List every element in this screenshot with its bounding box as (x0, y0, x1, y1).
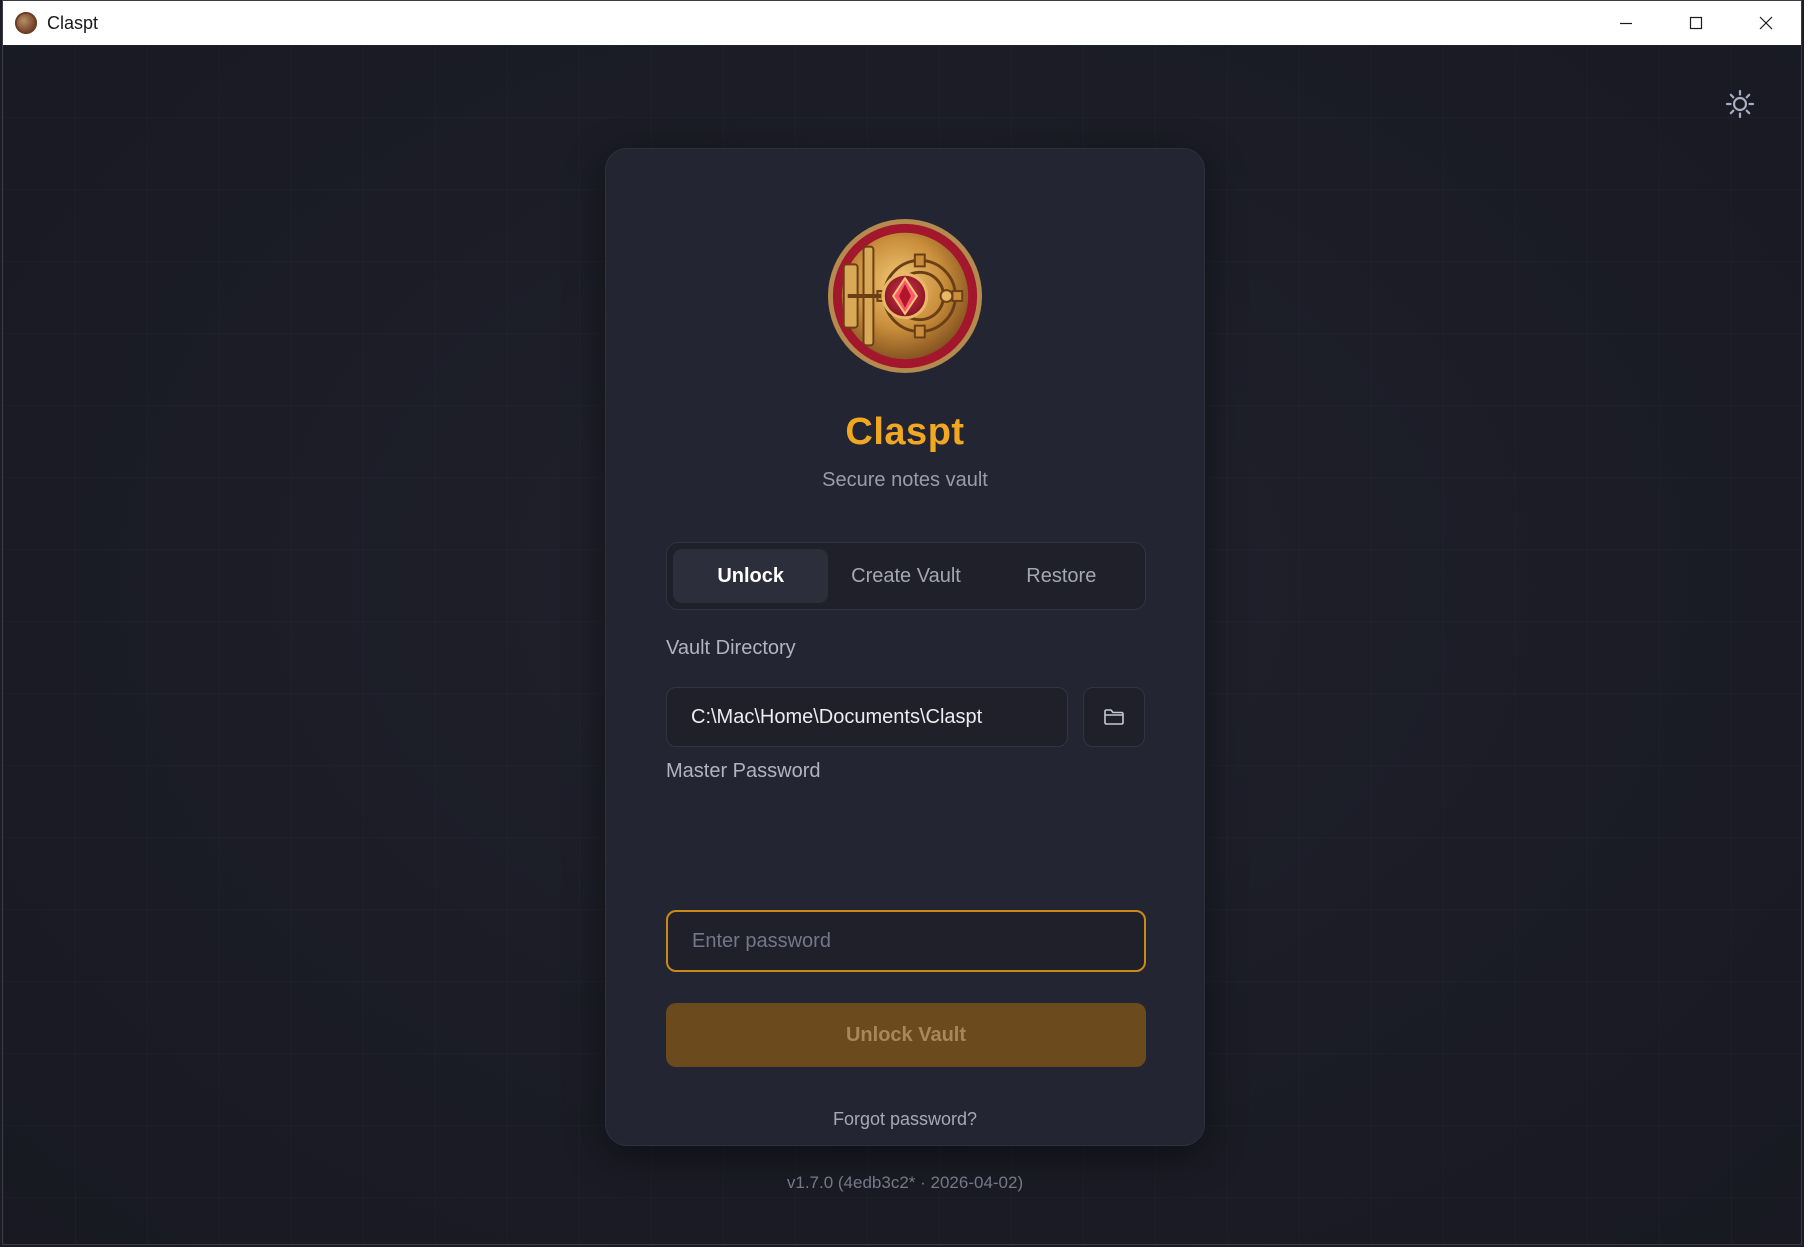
maximize-icon (1689, 16, 1703, 30)
window-title: Claspt (47, 12, 99, 33)
folder-icon (1104, 709, 1124, 725)
master-password-input[interactable] (666, 910, 1146, 972)
mode-tabs: Unlock Create Vault Restore (666, 542, 1146, 610)
main-content: Claspt Secure notes vault Unlock Create … (3, 45, 1801, 1244)
version-info: v1.7.0 (4edb3c2* · 2026-04-02) (786, 1173, 1024, 1192)
app-icon (15, 12, 37, 34)
vault-logo (827, 218, 983, 374)
master-password-label: Master Password (666, 760, 821, 782)
vault-directory-label: Vault Directory (666, 637, 796, 659)
sun-icon (1725, 89, 1755, 119)
window-controls (1591, 1, 1801, 45)
minimize-button[interactable] (1591, 1, 1661, 45)
maximize-button[interactable] (1661, 1, 1731, 45)
tab-restore[interactable]: Restore (984, 549, 1139, 603)
vault-directory-field[interactable]: C:\Mac\Home\Documents\Claspt (666, 687, 1068, 747)
theme-toggle-button[interactable] (1723, 87, 1757, 121)
browse-folder-button[interactable] (1083, 687, 1145, 747)
app-window: Claspt Claspt Secure notes vault Unlock … (2, 0, 1802, 1245)
brand-title: Claspt (845, 411, 965, 453)
close-icon (1759, 16, 1773, 30)
close-button[interactable] (1731, 1, 1801, 45)
login-card: Claspt Secure notes vault Unlock Create … (605, 148, 1205, 1192)
minimize-icon (1620, 22, 1632, 25)
tab-create-vault[interactable]: Create Vault (828, 549, 983, 603)
tab-unlock[interactable]: Unlock (673, 549, 829, 603)
forgot-password-link[interactable]: Forgot password? (606, 1109, 1204, 1130)
title-bar: Claspt (3, 1, 1801, 45)
brand-subtitle: Secure notes vault (822, 469, 988, 491)
unlock-vault-button[interactable]: Unlock Vault (666, 1003, 1146, 1067)
